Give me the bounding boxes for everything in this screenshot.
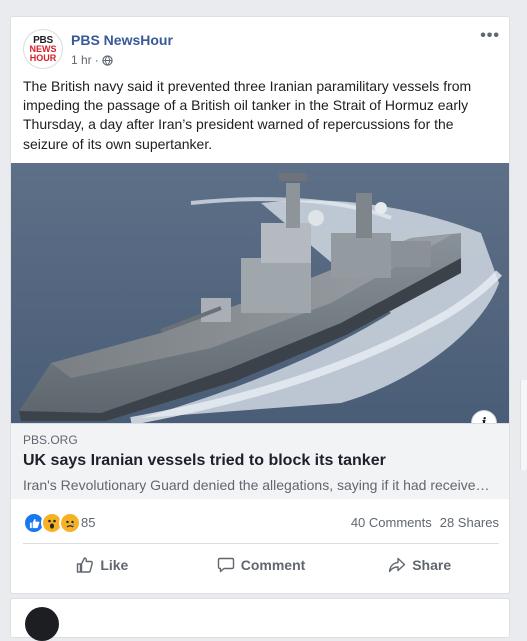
comment-icon xyxy=(217,557,234,573)
like-label: Like xyxy=(100,557,129,573)
post-meta: 1 hr · xyxy=(71,53,113,67)
share-icon xyxy=(389,557,406,573)
post-actions: Like Comment Share xyxy=(23,549,499,581)
engagement-counts: 40 Comments 28 Shares xyxy=(351,515,499,530)
link-description: Iran's Revolutionary Guard denied the al… xyxy=(23,477,497,493)
link-preview[interactable]: PBS.ORG UK says Iranian vessels tried to… xyxy=(11,423,509,499)
link-title[interactable]: UK says Iranian vessels tried to block i… xyxy=(23,452,497,470)
meta-separator: · xyxy=(94,53,99,67)
comments-count-link[interactable]: 40 Comments xyxy=(351,515,432,530)
reactions-summary: 85 40 Comments 28 Shares xyxy=(23,512,499,534)
globe-icon[interactable] xyxy=(102,54,113,66)
feed-post: PBS NEWS HOUR PBS NewsHour 1 hr · ••• Th… xyxy=(10,16,510,594)
thumbs-up-icon xyxy=(77,557,94,573)
post-timestamp[interactable]: 1 hr xyxy=(71,53,92,67)
shares-count-link[interactable]: 28 Shares xyxy=(440,515,499,530)
next-feed-post xyxy=(10,598,510,641)
post-text: The British navy said it prevented three… xyxy=(23,78,472,152)
share-button[interactable]: Share xyxy=(340,549,499,581)
more-options-icon[interactable]: ••• xyxy=(480,27,500,45)
page-scrollbar[interactable] xyxy=(519,380,527,610)
link-domain: PBS.ORG xyxy=(23,433,78,447)
reaction-count[interactable]: 85 xyxy=(81,515,95,530)
link-preview-image[interactable] xyxy=(11,163,509,423)
reaction-icons[interactable] xyxy=(23,512,81,534)
comment-button[interactable]: Comment xyxy=(182,549,341,581)
page-avatar[interactable]: PBS NEWS HOUR xyxy=(23,29,63,69)
comment-label: Comment xyxy=(240,557,306,573)
warship-photo xyxy=(11,163,509,423)
scrollbar-thumb[interactable] xyxy=(520,380,527,470)
page-name-link[interactable]: PBS NewsHour xyxy=(71,32,173,48)
share-label: Share xyxy=(412,557,452,573)
avatar-line-3: HOUR xyxy=(29,52,57,63)
actions-divider xyxy=(23,543,499,544)
like-button[interactable]: Like xyxy=(23,549,182,581)
next-post-avatar[interactable] xyxy=(25,607,59,641)
sad-reaction-icon xyxy=(59,512,81,534)
